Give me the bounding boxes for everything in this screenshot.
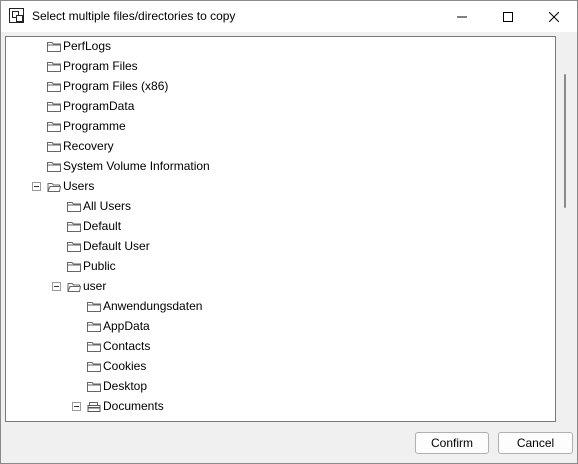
tree-item-label: Default <box>83 219 122 233</box>
tree-item-label: user <box>83 279 107 293</box>
title-bar[interactable]: Select multiple files/directories to cop… <box>1 1 577 32</box>
tree-item[interactable]: Anwendungsdaten <box>6 297 555 317</box>
close-icon <box>549 11 559 22</box>
window-title: Select multiple files/directories to cop… <box>32 9 236 23</box>
cancel-button[interactable]: Cancel <box>498 432 573 454</box>
tree-item[interactable]: All Users <box>6 197 555 217</box>
folder-closed-icon <box>87 321 101 333</box>
tree-item[interactable]: ProgramData <box>6 97 555 117</box>
tree-item-label: Documents <box>103 399 164 413</box>
tree-item[interactable]: Program Files <box>6 57 555 77</box>
folder-closed-icon <box>47 141 61 153</box>
collapse-toggle[interactable] <box>32 182 41 191</box>
folder-closed-icon <box>87 361 101 373</box>
folder-closed-icon <box>67 221 81 233</box>
tree-item-label: All Users <box>83 199 132 213</box>
tree-scrollbar[interactable] <box>556 36 572 420</box>
folder-closed-icon <box>87 301 101 313</box>
tree-item-label: Desktop <box>103 379 148 393</box>
tree-item-label: Cookies <box>103 359 147 373</box>
folder-open-icon <box>47 181 62 193</box>
tree-item-label: Contacts <box>103 339 151 353</box>
tree-item[interactable]: Desktop <box>6 377 555 397</box>
tree-item-label: PerfLogs <box>63 39 112 53</box>
tree-item-label: Programme <box>63 119 126 133</box>
tree-item[interactable]: Contacts <box>6 337 555 357</box>
tree-item[interactable]: user <box>6 277 555 297</box>
tree-item-label: Anwendungsdaten <box>103 299 203 313</box>
tree-item[interactable]: System Volume Information <box>6 157 555 177</box>
folder-closed-icon <box>47 101 61 113</box>
tree-item-label: Recovery <box>63 139 114 153</box>
copy-dialog-icon[interactable] <box>9 8 24 23</box>
folder-closed-icon <box>47 61 61 73</box>
tree-item-label: AppData <box>103 319 150 333</box>
folder-closed-icon <box>87 381 101 393</box>
scrollbar-thumb[interactable] <box>564 74 566 208</box>
folder-open-icon <box>67 281 82 293</box>
tree-item[interactable]: Documents <box>6 397 555 417</box>
tree-item-label: Users <box>63 179 95 193</box>
tree-item-label: ProgramData <box>63 99 135 113</box>
tree-item[interactable]: Program Files (x86) <box>6 77 555 97</box>
folder-closed-icon <box>47 121 61 133</box>
tree-item-label: System Volume Information <box>63 159 210 173</box>
tree-item[interactable]: Default User <box>6 237 555 257</box>
tree-item[interactable]: Recovery <box>6 137 555 157</box>
confirm-button[interactable]: Confirm <box>415 432 489 454</box>
tree-item[interactable]: Users <box>6 177 555 197</box>
tree-item-label: Program Files (x86) <box>63 79 169 93</box>
tree-item[interactable]: Programme <box>6 117 555 137</box>
close-button[interactable] <box>531 1 577 32</box>
tree-item[interactable]: Public <box>6 257 555 277</box>
dialog-window: Select multiple files/directories to cop… <box>0 0 578 464</box>
maximize-button[interactable] <box>485 1 531 32</box>
minimize-icon <box>457 16 467 17</box>
tree-item-label: Program Files <box>63 59 138 73</box>
folder-closed-icon <box>47 81 61 93</box>
minimize-button[interactable] <box>439 1 485 32</box>
tree-item-label: Default User <box>83 239 150 253</box>
folder-closed-icon <box>87 341 101 353</box>
tree-item[interactable]: Default <box>6 217 555 237</box>
tree-item[interactable]: PerfLogs <box>6 37 555 57</box>
maximize-icon <box>503 11 513 22</box>
tree-item[interactable]: Cookies <box>6 357 555 377</box>
folder-tree[interactable]: PerfLogs Program Files Program Files (x86)… <box>5 36 556 422</box>
documents-folder-icon <box>87 401 101 413</box>
collapse-toggle[interactable] <box>52 282 61 291</box>
tree-item-label: Public <box>83 259 116 273</box>
folder-closed-icon <box>67 261 81 273</box>
folder-closed-icon <box>47 41 61 53</box>
folder-closed-icon <box>67 241 81 253</box>
folder-closed-icon <box>67 201 81 213</box>
folder-closed-icon <box>47 161 61 173</box>
collapse-toggle[interactable] <box>72 402 81 411</box>
tree-item[interactable]: AppData <box>6 317 555 337</box>
